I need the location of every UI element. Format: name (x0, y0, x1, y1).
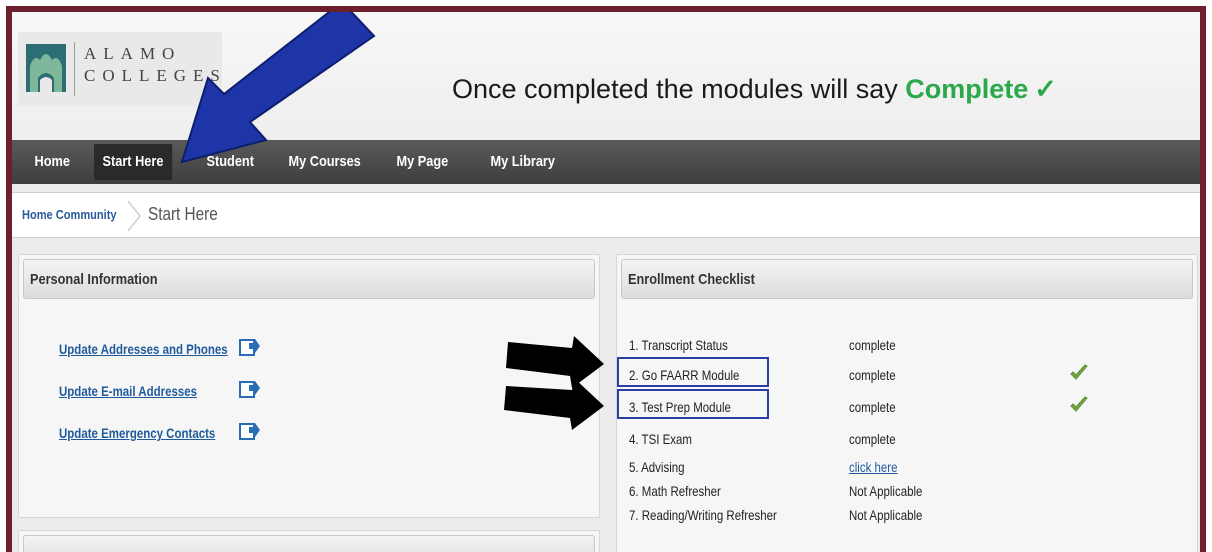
checklist-item-status: complete (849, 337, 896, 353)
advising-click-here-link[interactable]: click here (849, 459, 897, 475)
personal-info-title: Personal Information (30, 271, 158, 288)
enrollment-checklist-panel: Enrollment Checklist 1. Transcript Statu… (616, 254, 1198, 552)
breadcrumb-separator-icon (127, 200, 141, 232)
checklist-item-label: 2. Go FAARR Module (629, 367, 740, 383)
nav-item-my-courses[interactable]: My Courses (280, 140, 369, 184)
header: ALAMO COLLEGES Once completed the module… (12, 12, 1200, 140)
checkmark-icon (1070, 364, 1088, 380)
screenshot-frame: ALAMO COLLEGES Once completed the module… (6, 6, 1206, 552)
main-nav: Home Start Here Student My Courses My Pa… (12, 140, 1200, 184)
update-email-link[interactable]: Update E-mail Addresses (59, 383, 197, 399)
edit-icon[interactable] (239, 337, 261, 357)
checklist-item-label: 6. Math Refresher (629, 483, 721, 499)
checklist-title: Enrollment Checklist (628, 271, 755, 288)
checklist-item-status: Not Applicable (849, 507, 923, 523)
nav-item-home[interactable]: Home (26, 140, 78, 184)
nav-item-my-page[interactable]: My Page (388, 140, 457, 184)
checklist-item-label: 3. Test Prep Module (629, 399, 731, 415)
breadcrumb: Home Community Start Here (12, 192, 1200, 238)
breadcrumb-home-link[interactable]: Home Community (22, 207, 117, 222)
checklist-item-label: 5. Advising (629, 459, 685, 475)
logo-divider (74, 42, 75, 96)
checklist-item-label: 1. Transcript Status (629, 337, 728, 353)
banner-text: Once completed the modules will say (452, 74, 906, 104)
lower-panel (18, 530, 600, 552)
logo-text-line2: COLLEGES (84, 66, 227, 85)
checklist-header: Enrollment Checklist (621, 259, 1193, 299)
logo[interactable]: ALAMO COLLEGES (18, 32, 222, 106)
checklist-item-status: Not Applicable (849, 483, 923, 499)
banner-check-icon: ✓ (1034, 74, 1057, 104)
lower-panel-header (23, 535, 595, 552)
edit-icon[interactable] (239, 421, 261, 441)
edit-icon[interactable] (239, 379, 261, 399)
page: ALAMO COLLEGES Once completed the module… (12, 12, 1200, 552)
checklist-item-label: 4. TSI Exam (629, 431, 692, 447)
nav-item-start-here[interactable]: Start Here (94, 144, 172, 180)
nav-item-my-library[interactable]: My Library (482, 140, 563, 184)
checklist-item-status: complete (849, 367, 896, 383)
banner-complete-word: Complete (905, 74, 1029, 104)
checklist-item-status: complete (849, 399, 896, 415)
personal-info-header: Personal Information (23, 259, 595, 299)
alamo-logo-icon (26, 44, 66, 92)
completion-banner: Once completed the modules will say Comp… (452, 74, 1057, 105)
breadcrumb-current: Start Here (148, 204, 218, 224)
logo-text-line1: ALAMO (84, 44, 182, 63)
checklist-item-status: complete (849, 431, 896, 447)
personal-info-panel: Personal Information Update Addresses an… (18, 254, 600, 518)
checklist-item-label: 7. Reading/Writing Refresher (629, 507, 777, 523)
update-addresses-link[interactable]: Update Addresses and Phones (59, 341, 228, 357)
nav-item-student[interactable]: Student (198, 140, 262, 184)
checkmark-icon (1070, 396, 1088, 412)
update-emergency-contacts-link[interactable]: Update Emergency Contacts (59, 425, 215, 441)
